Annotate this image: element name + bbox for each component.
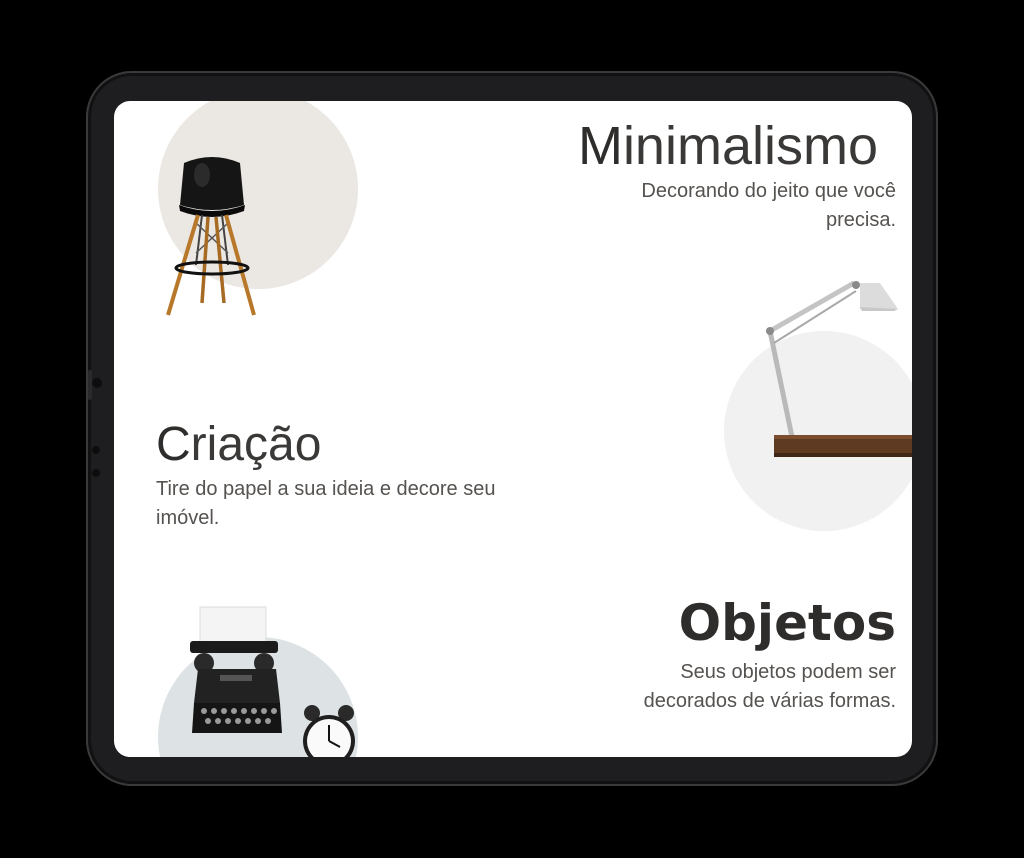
- chair-icon: [166, 157, 256, 316]
- typewriter-icon: [190, 606, 282, 733]
- objetos-rest: Objetos: [678, 594, 896, 652]
- criacao-initial: C: [156, 418, 191, 471]
- sensor-dot: [92, 446, 100, 454]
- minimalismo-initial: M: [577, 116, 623, 176]
- desk-lamp-icon: [766, 280, 912, 457]
- minimalismo-title: Minimalismo: [578, 114, 878, 178]
- camera-dot: [92, 378, 102, 388]
- side-button: [88, 370, 92, 400]
- criacao-title: Criação: [156, 416, 321, 474]
- minimalismo-rest: inimalismo: [622, 116, 878, 176]
- screen: Minimalismo Decorando do jeito que você …: [114, 101, 912, 757]
- criacao-description: Tire do papel a sua ideia e decore seu i…: [156, 478, 496, 529]
- minimalismo-description: Decorando do jeito que você precisa.: [641, 180, 896, 231]
- objetos-title: Objetos: [679, 593, 896, 653]
- sensor-dot-small: [92, 469, 100, 477]
- criacao-rest: riação: [190, 418, 322, 471]
- objetos-description: Seus objetos podem ser decorados de vári…: [643, 661, 896, 712]
- alarm-clock-icon: [303, 705, 355, 757]
